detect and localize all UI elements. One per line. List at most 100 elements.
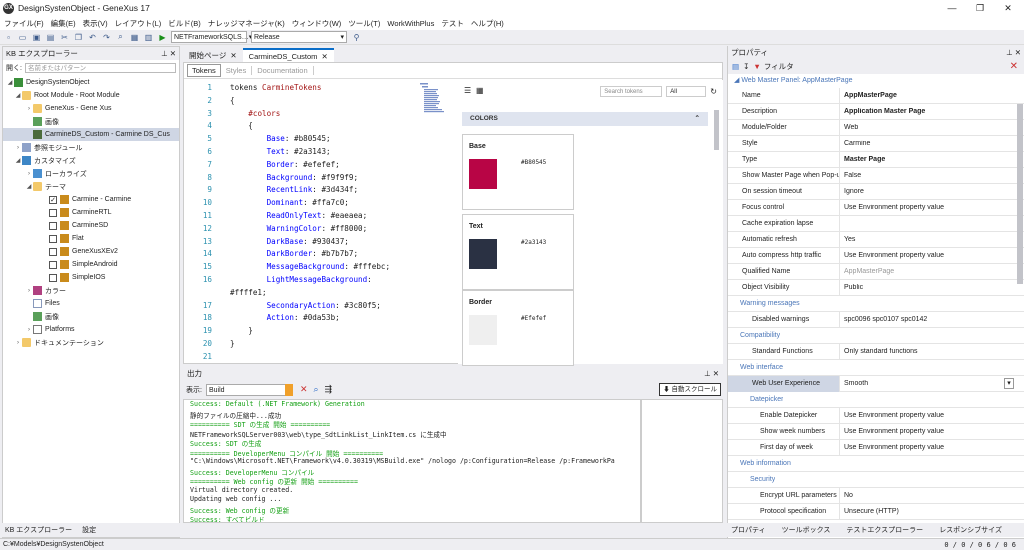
property-value[interactable]: Smooth (840, 380, 1004, 387)
chevron-right-icon[interactable]: › (25, 106, 33, 112)
tab-preferences[interactable]: 設定 (82, 525, 96, 535)
checkbox[interactable] (49, 208, 57, 217)
property-value[interactable]: Only standard functions (840, 348, 1024, 355)
grid-view-icon[interactable]: ▦ (476, 86, 484, 95)
checkbox[interactable] (49, 273, 57, 282)
wrap-icon[interactable]: ⇶ (325, 384, 333, 395)
tab-responsive-sizes[interactable]: レスポンシブサイズ (939, 525, 1010, 535)
tree-item[interactable]: ◢ テーマ (3, 180, 179, 193)
property-value[interactable]: Web (840, 124, 1024, 131)
tab-styles[interactable]: Styles (221, 66, 253, 75)
tree-item[interactable]: › 参照モジュール (3, 141, 179, 154)
color-card[interactable]: Border #Efefef (462, 290, 574, 366)
property-row[interactable]: Web User Experience Smooth ▾ (728, 375, 1024, 392)
environment-select[interactable]: NETFrameworkSQLS…▾ (171, 31, 252, 43)
menu-layout[interactable]: レイアウト(L) (115, 18, 162, 29)
menu-file[interactable]: ファイル(F) (4, 18, 44, 29)
property-row[interactable]: Standard Functions Only standard function… (728, 343, 1024, 360)
tree-item[interactable]: GeneXusXEv2 (3, 245, 179, 258)
property-row[interactable]: Web information (728, 456, 1024, 472)
menu-test[interactable]: テスト (441, 18, 464, 29)
checkbox-checked[interactable]: ✓ (49, 195, 57, 204)
tree-item[interactable]: Files (3, 297, 179, 310)
tree-item[interactable]: SimpleAndroid (3, 258, 179, 271)
property-row[interactable]: Auto compress http traffic Use Environmen… (728, 247, 1024, 264)
configuration-select[interactable]: Release ▾ (251, 31, 347, 43)
pin-icon[interactable]: ⊥ ✕ (161, 49, 176, 58)
colors-section-header[interactable]: COLORS ⌃ (462, 112, 708, 126)
chevron-right-icon[interactable]: › (14, 340, 22, 346)
checkbox[interactable] (49, 260, 57, 269)
property-value[interactable]: AppMasterPage (840, 92, 1024, 99)
output-log[interactable]: Success: Default (.NET Framework) Genera… (183, 399, 641, 523)
property-row[interactable]: Object Visibility Public (728, 279, 1024, 296)
property-row[interactable]: Description Application Master Page (728, 103, 1024, 120)
refresh-icon[interactable]: ↻ (710, 87, 717, 96)
undo-icon[interactable]: ↶ (87, 32, 98, 43)
save-icon[interactable]: ▣ (31, 32, 42, 43)
tree-item[interactable]: › GeneXus - Gene Xus (3, 102, 179, 115)
autoscroll-button[interactable]: ⬇ 自動スクロール (659, 383, 721, 396)
property-row[interactable]: Focus control Use Environment property va… (728, 199, 1024, 216)
cut-icon[interactable]: ✂ (59, 32, 70, 43)
tab-tokens[interactable]: Tokens (187, 64, 221, 77)
search-tokens-input[interactable]: Search tokens (600, 85, 663, 97)
property-row[interactable]: Enable Datepicker Use Environment propert… (728, 407, 1024, 424)
tree-item[interactable]: › ドキュメンテーション (3, 336, 179, 349)
tab-kb-explorer[interactable]: KB エクスプローラー (5, 525, 72, 535)
property-row[interactable]: Show week numbers Use Environment propert… (728, 423, 1024, 440)
tree-item[interactable]: ◢ DesignSystenObject (3, 76, 179, 89)
property-value[interactable]: AppMasterPage (840, 268, 1024, 275)
property-value[interactable]: Yes (840, 236, 1024, 243)
property-row[interactable]: Module/Folder Web (728, 119, 1024, 136)
tree-item[interactable]: Flat (3, 232, 179, 245)
chevron-right-icon[interactable]: › (25, 327, 33, 333)
property-row[interactable]: Name AppMasterPage (728, 87, 1024, 104)
property-value[interactable]: Use Environment property value (840, 252, 1024, 259)
close-icon[interactable]: ✕ (321, 52, 327, 61)
tree-item[interactable]: › カラー (3, 284, 179, 297)
tree-item[interactable]: ◢ カスタマイズ (3, 154, 179, 167)
color-card[interactable]: Base #B80545 (462, 134, 574, 210)
property-value[interactable]: Unsecure (HTTP) (840, 508, 1024, 515)
tree-item[interactable]: › ローカライズ (3, 167, 179, 180)
property-row[interactable]: Web interface (728, 360, 1024, 376)
property-row[interactable]: Qualified Name AppMasterPage (728, 263, 1024, 280)
property-row[interactable]: Style Carmine (728, 135, 1024, 152)
property-row[interactable]: Security (728, 472, 1024, 488)
tree-item[interactable]: ◢ Root Module - Root Module (3, 89, 179, 102)
tree-item[interactable]: CarmineDS_Custom - Carmine DS_Cus (3, 128, 179, 141)
find-icon[interactable]: ⌕ (314, 384, 319, 395)
chevron-down-icon[interactable]: ◢ (6, 79, 14, 86)
tree-item[interactable]: ✓ Carmine - Carmine (3, 193, 179, 206)
menu-edit[interactable]: 編集(E) (51, 18, 76, 29)
menu-build[interactable]: ビルド(B) (168, 18, 201, 29)
tree-item[interactable]: 画像 (3, 115, 179, 128)
chevron-right-icon[interactable]: › (25, 171, 33, 177)
pin-icon[interactable]: ⊥ ✕ (1006, 48, 1021, 57)
copy-icon[interactable]: ❐ (73, 32, 84, 43)
property-value[interactable]: Master Page (840, 156, 1024, 163)
menu-help[interactable]: ヘルプ(H) (471, 18, 504, 29)
property-row[interactable]: Disabled warnings spc0096 spc0107 spc0142 (728, 311, 1024, 328)
property-value[interactable]: Ignore (840, 188, 1024, 195)
chevron-right-icon[interactable]: › (25, 288, 33, 294)
property-value[interactable]: Use Environment property value (840, 444, 1024, 451)
color-card[interactable]: Text #2a3143 (462, 214, 574, 290)
tab-test-explorer[interactable]: テストエクスプローラー (846, 525, 931, 535)
debug-icon[interactable]: ⚲ (351, 32, 362, 43)
filter-icon[interactable]: ▼ (753, 62, 760, 71)
property-value[interactable]: Use Environment property value (840, 428, 1024, 435)
property-row[interactable]: Datepicker (728, 392, 1024, 408)
close-icon[interactable]: ✕ (230, 51, 236, 60)
minimize-button[interactable]: — (938, 0, 966, 16)
property-row[interactable]: On session timeout Ignore (728, 183, 1024, 200)
menu-tools[interactable]: ツール(T) (348, 18, 380, 29)
menu-workwithplus[interactable]: WorkWithPlus (387, 19, 434, 28)
property-value[interactable]: False (840, 172, 1024, 179)
property-value[interactable]: No (840, 492, 1024, 499)
property-row[interactable]: Protocol specification Unsecure (HTTP) (728, 503, 1024, 520)
tab-start-page[interactable]: 開始ページ ✕ (183, 48, 243, 62)
output-source-select[interactable]: Build (205, 383, 293, 396)
preview-scrollbar[interactable] (714, 110, 719, 150)
